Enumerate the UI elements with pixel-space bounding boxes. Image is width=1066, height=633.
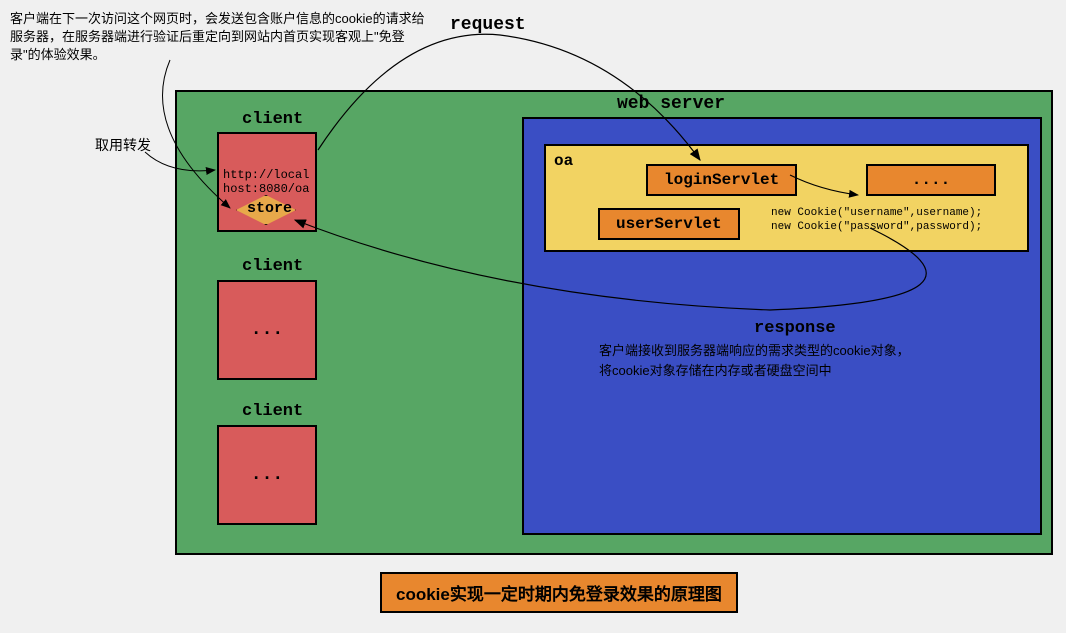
response-desc-line2: 将cookie对象存储在内存或者硬盘空间中	[599, 361, 910, 381]
diagram-title: cookie实现一定时期内免登录效果的原理图	[380, 572, 738, 613]
client-url-line1: http://local	[223, 168, 309, 182]
response-desc: 客户端接收到服务器端响应的需求类型的cookie对象， 将cookie对象存储在…	[599, 341, 910, 380]
user-servlet-box: userServlet	[598, 208, 740, 240]
client-url-line2: host:8080/oa	[223, 182, 309, 196]
cookie-code: new Cookie("username",username); new Coo…	[771, 206, 982, 235]
oa-label: oa	[554, 152, 573, 170]
request-label: request	[450, 15, 526, 35]
cookie-code-line1: new Cookie("username",username);	[771, 206, 982, 220]
client1-label: client	[242, 110, 303, 129]
response-label: response	[754, 319, 836, 338]
server-box: oa loginServlet .... userServlet new Coo…	[522, 117, 1042, 535]
server-label: web server	[617, 94, 725, 114]
client2-box: ...	[217, 280, 317, 380]
client3-label: client	[242, 402, 303, 421]
oa-box: loginServlet .... userServlet new Cookie…	[544, 144, 1029, 252]
login-servlet-box: loginServlet	[646, 164, 797, 196]
dots-servlet-box: ....	[866, 164, 996, 196]
main-container: client http://local host:8080/oa client …	[175, 90, 1053, 555]
store-label: store	[247, 200, 292, 217]
forward-label: 取用转发	[95, 135, 151, 155]
client2-label: client	[242, 257, 303, 276]
cookie-code-line2: new Cookie("password",password);	[771, 220, 982, 234]
top-annotation: 客户端在下一次访问这个网页时，会发送包含账户信息的cookie的请求给服务器，在…	[10, 10, 430, 65]
client3-box: ...	[217, 425, 317, 525]
response-desc-line1: 客户端接收到服务器端响应的需求类型的cookie对象，	[599, 341, 910, 361]
